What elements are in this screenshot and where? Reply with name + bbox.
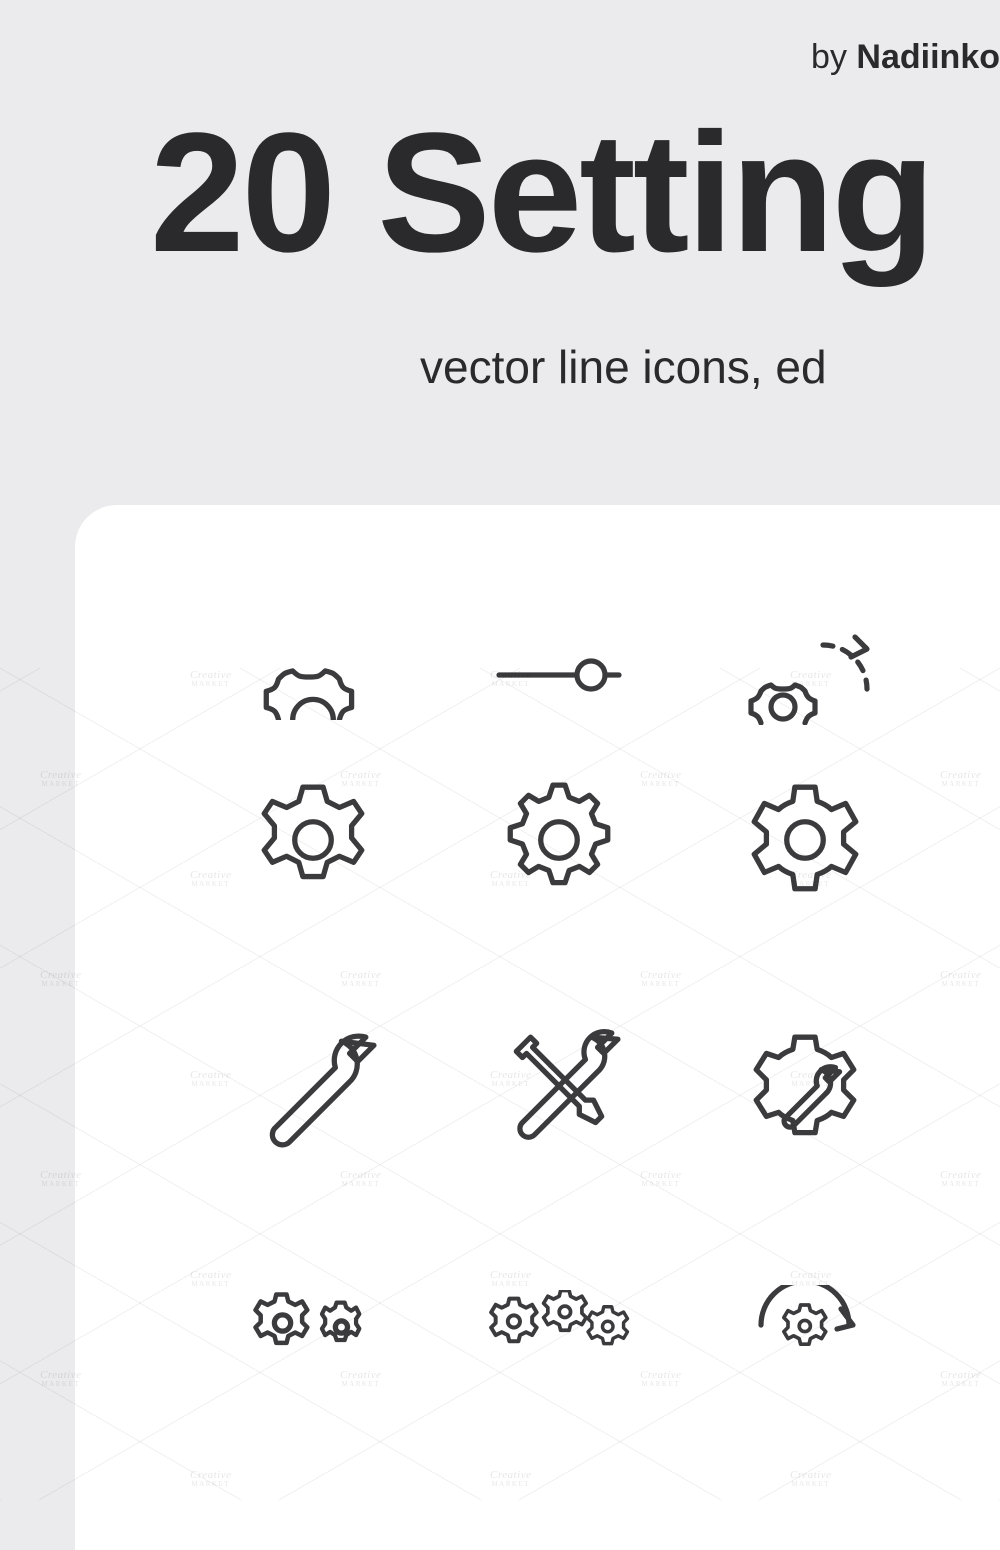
watermark-label: CreativeMARKET xyxy=(190,1270,231,1288)
watermark-label: CreativeMARKET xyxy=(640,970,681,988)
page-title: 20 Setting xyxy=(150,95,932,291)
watermark-label: CreativeMARKET xyxy=(40,970,81,988)
watermark-label: CreativeMARKET xyxy=(190,870,231,888)
gear-basic-icon xyxy=(190,715,436,965)
watermark-label: CreativeMARKET xyxy=(340,770,381,788)
watermark-label: CreativeMARKET xyxy=(190,670,231,688)
watermark-label: CreativeMARKET xyxy=(490,1070,531,1088)
watermark-label: CreativeMARKET xyxy=(40,770,81,788)
gear-rounded-icon xyxy=(682,715,928,965)
watermark-label: CreativeMARKET xyxy=(340,1370,381,1388)
watermark-label: CreativeMARKET xyxy=(490,670,531,688)
wrench-icon xyxy=(190,965,436,1215)
watermark-label: CreativeMARKET xyxy=(190,1070,231,1088)
watermark-label: CreativeMARKET xyxy=(40,1370,81,1388)
watermark-label: CreativeMARKET xyxy=(340,970,381,988)
byline-prefix: by xyxy=(811,38,847,76)
watermark-label: CreativeMARKET xyxy=(640,770,681,788)
icon-grid xyxy=(0,575,1000,1435)
watermark-label: CreativeMARKET xyxy=(340,1170,381,1188)
gears-triple-icon xyxy=(436,1275,682,1375)
gears-pair-icon xyxy=(190,1275,436,1375)
gear-sync-icon xyxy=(682,1275,928,1375)
watermark-label: CreativeMARKET xyxy=(790,1470,831,1488)
watermark-label: CreativeMARKET xyxy=(940,970,981,988)
watermark-label: CreativeMARKET xyxy=(940,770,981,788)
page-subtitle: vector line icons, ed xyxy=(420,340,827,394)
watermark-label: CreativeMARKET xyxy=(190,1470,231,1488)
watermark-label: CreativeMARKET xyxy=(940,1170,981,1188)
gear-wrench-icon xyxy=(682,965,928,1215)
watermark-label: CreativeMARKET xyxy=(490,1470,531,1488)
byline-author: Nadiinko xyxy=(856,38,1000,76)
watermark-label: CreativeMARKET xyxy=(790,1270,831,1288)
watermark-label: CreativeMARKET xyxy=(940,1370,981,1388)
gear-detailed-icon xyxy=(436,715,682,965)
watermark-label: CreativeMARKET xyxy=(490,870,531,888)
watermark-label: CreativeMARKET xyxy=(40,1170,81,1188)
watermark-label: CreativeMARKET xyxy=(790,1070,831,1088)
byline: by Nadiinko xyxy=(811,38,1000,77)
watermark-label: CreativeMARKET xyxy=(640,1170,681,1188)
watermark-label: CreativeMARKET xyxy=(790,670,831,688)
watermark-label: CreativeMARKET xyxy=(640,1370,681,1388)
watermark-label: CreativeMARKET xyxy=(490,1270,531,1288)
watermark-label: CreativeMARKET xyxy=(790,870,831,888)
